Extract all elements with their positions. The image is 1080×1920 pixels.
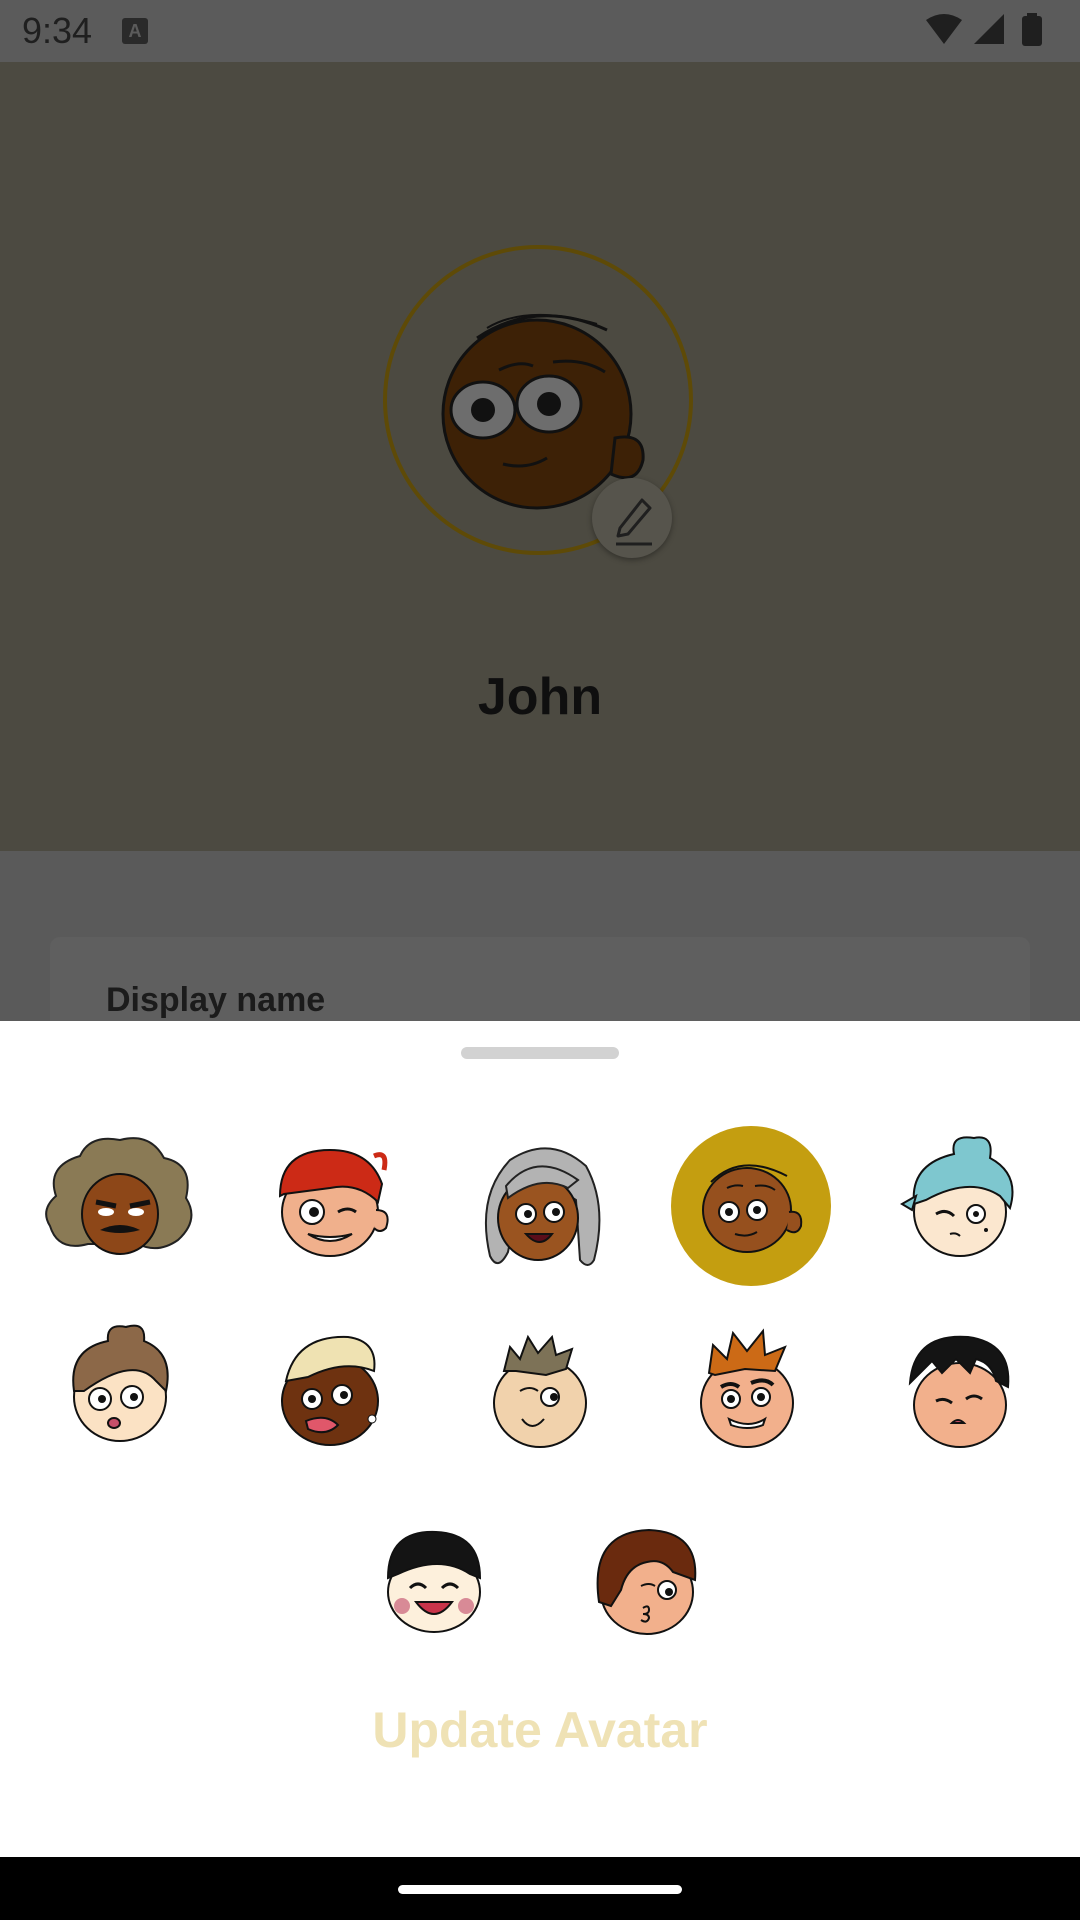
- status-time: 9:34: [22, 10, 93, 51]
- status-bar: 9:34 A: [0, 0, 1080, 62]
- avatar-option-12[interactable]: [565, 1506, 725, 1666]
- avatar-option-10[interactable]: [880, 1311, 1040, 1471]
- avatar-option-11[interactable]: [356, 1506, 516, 1666]
- avatar-option-6[interactable]: [40, 1311, 200, 1471]
- home-indicator[interactable]: [398, 1885, 682, 1894]
- avatar-option-5[interactable]: [880, 1126, 1040, 1286]
- avatar-blonde-tongue-image: [281, 1335, 379, 1446]
- avatar-gray-hair-image: [484, 1147, 601, 1266]
- avatar-spiky-orange-image: [700, 1328, 794, 1448]
- avatar-option-9[interactable]: [671, 1311, 831, 1471]
- avatar-curly-mustache-image: [45, 1137, 193, 1255]
- signal-icon: [974, 14, 1004, 44]
- navigation-bar: [0, 1857, 1080, 1920]
- avatar-picker-sheet: Update Avatar: [0, 1021, 1080, 1857]
- edit-avatar-button[interactable]: [592, 478, 672, 558]
- battery-icon: [1022, 16, 1042, 46]
- update-avatar-button[interactable]: Update Avatar: [0, 1701, 1080, 1759]
- pencil-icon: [616, 498, 652, 546]
- avatar-brown-boy-image: [702, 1164, 803, 1253]
- sheet-drag-handle[interactable]: [461, 1047, 619, 1059]
- avatar-option-3[interactable]: [460, 1126, 620, 1286]
- avatar-option-7[interactable]: [250, 1311, 410, 1471]
- avatar-black-hair-cheeky-image: [908, 1335, 1010, 1448]
- profile-name: John: [477, 668, 603, 726]
- avatar-option-2[interactable]: [250, 1126, 410, 1286]
- avatar-bangs-laughing-image: [386, 1530, 482, 1633]
- avatar-option-4[interactable]: [671, 1126, 831, 1286]
- avatar-messy-bun-image: [72, 1324, 169, 1442]
- avatar-blue-bun-image: [900, 1136, 1014, 1257]
- avatar-brown-bob-kiss-image: [596, 1528, 697, 1635]
- wifi-icon: [926, 14, 962, 44]
- avatar-red-hair-wink-image: [278, 1148, 389, 1257]
- display-name-label: Display name: [106, 981, 326, 1019]
- profile-header: John: [0, 62, 1080, 851]
- avatar-spiky-gray-image: [493, 1334, 587, 1448]
- avatar-option-1[interactable]: [40, 1126, 200, 1286]
- settings-card-area: Display name: [0, 851, 1080, 1057]
- avatar-option-8[interactable]: [460, 1311, 620, 1471]
- status-icons: [926, 13, 1042, 46]
- a-icon: A: [122, 18, 148, 44]
